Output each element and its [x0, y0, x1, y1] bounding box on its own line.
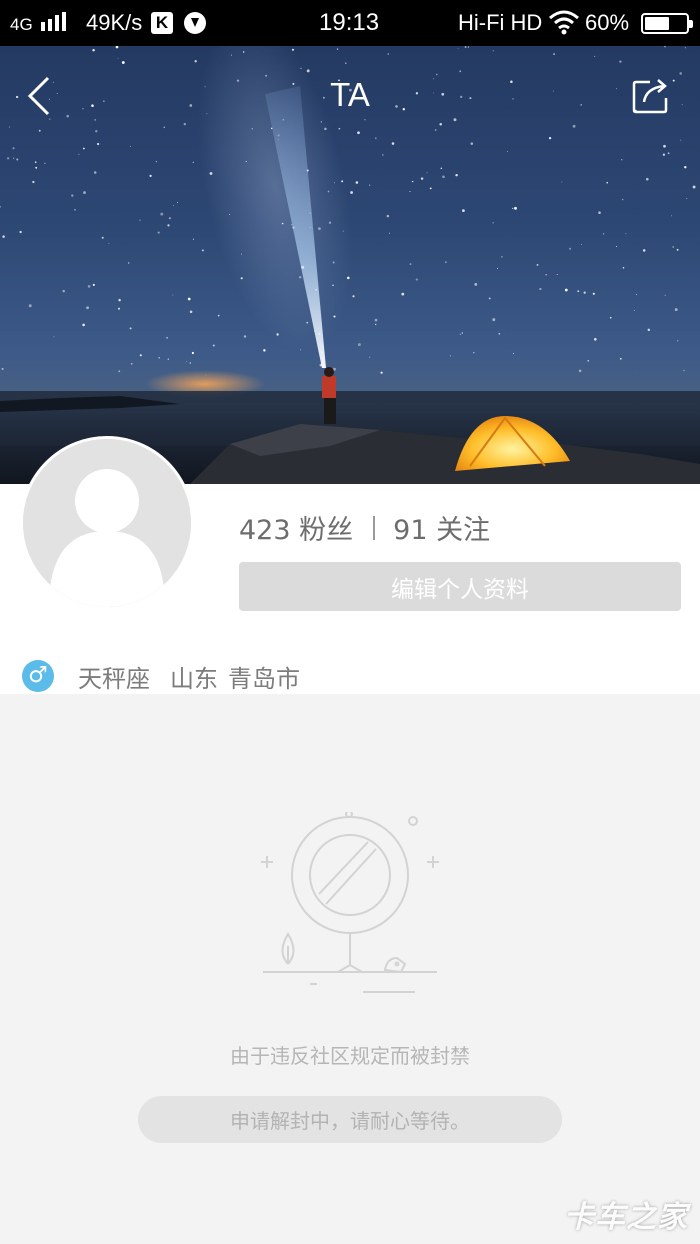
fans-link[interactable]: 423 粉丝 — [239, 508, 353, 547]
male-icon: ♂ — [22, 660, 54, 692]
page-title: TA — [330, 76, 370, 113]
network-type: 4G — [10, 15, 33, 34]
banned-empty-state: 由于违反社区规定而被封禁 申请解封中，请耐心等待。 卡车之家 — [0, 694, 700, 1244]
edit-profile-button[interactable]: 编辑个人资料 — [239, 562, 681, 611]
share-button[interactable] — [630, 74, 672, 116]
fans-count: 423 — [239, 515, 291, 546]
user-info-row: ♂ 天秤座 山东 青岛市 — [22, 658, 300, 694]
share-icon — [632, 79, 668, 114]
follow-stats: 423 粉丝 91 关注 — [239, 508, 490, 547]
following-label: 关注 — [436, 515, 491, 546]
network-signal-indicator: 4G — [10, 9, 69, 39]
network-speed: 49K/s — [86, 10, 143, 35]
stats-divider — [373, 515, 376, 540]
location-province: 山东 — [170, 664, 218, 693]
battery-icon — [641, 13, 693, 34]
download-icon — [184, 12, 206, 34]
signal-bars-icon — [40, 12, 66, 31]
cover-image: TA — [0, 46, 700, 484]
banned-sign-icon — [261, 812, 439, 993]
watermark-logo: 卡车之家 — [564, 1200, 688, 1235]
status-time: 19:13 — [319, 9, 380, 36]
fans-label: 粉丝 — [299, 515, 354, 546]
wifi-icon — [548, 9, 580, 42]
appeal-status-pill[interactable]: 申请解封中，请耐心等待。 — [138, 1096, 562, 1143]
following-count: 91 — [393, 515, 428, 546]
battery-percent: 60% — [585, 10, 630, 35]
hifi-hd-indicator: Hi-Fi HD — [458, 10, 543, 35]
profile-section: 423 粉丝 91 关注 编辑个人资料 ♂ 天秤座 山东 青岛市 — [0, 436, 700, 694]
following-link[interactable]: 91 关注 — [393, 508, 490, 547]
battery-level-fill — [645, 17, 669, 30]
default-user-icon — [23, 439, 191, 607]
avatar[interactable] — [20, 436, 194, 610]
zodiac-sign: 天秤座 — [78, 664, 150, 693]
status-bar: 4G 49K/s K 19:13 Hi-Fi HD 60% — [0, 0, 700, 46]
k-app-icon: K — [151, 12, 173, 34]
location-city: 青岛市 — [228, 664, 300, 693]
ban-reason-text: 由于违反社区规定而被封禁 — [230, 1044, 470, 1068]
